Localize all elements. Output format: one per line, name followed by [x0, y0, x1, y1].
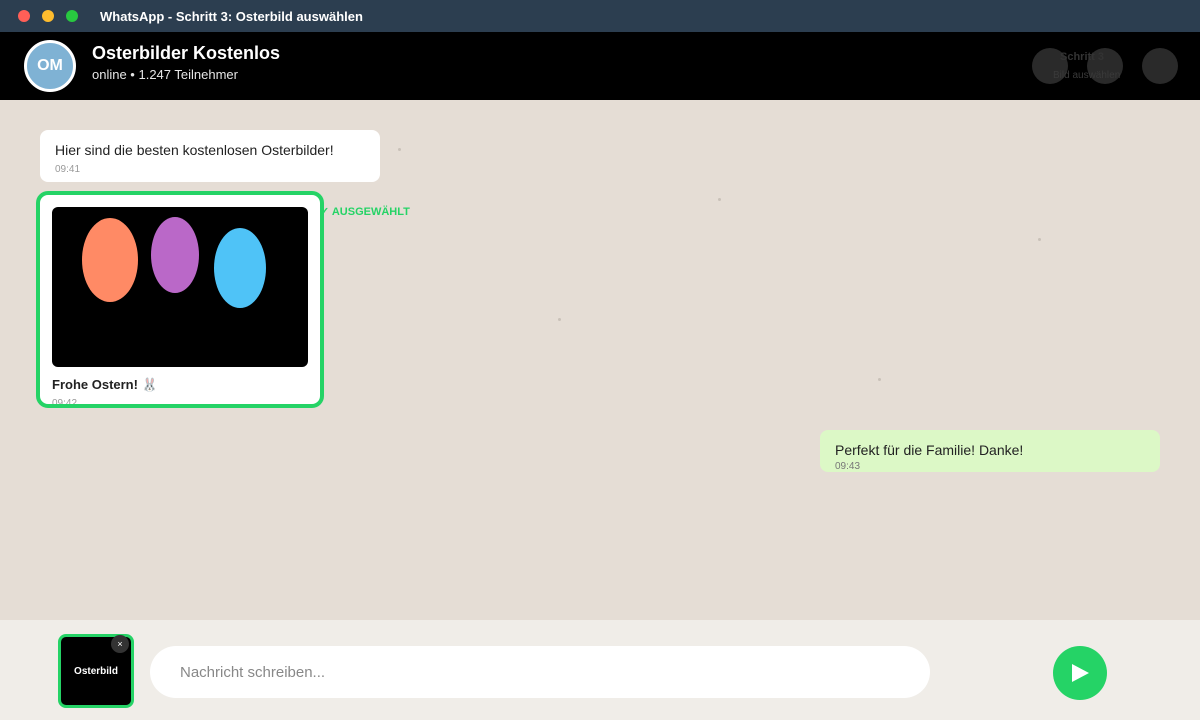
message-time: 09:41: [55, 164, 81, 175]
step-subtitle: Bild auswählen: [1053, 70, 1121, 81]
easter-egg-orange: [82, 218, 138, 302]
step-title: Schritt 3: [1060, 51, 1105, 63]
background-dot: [718, 198, 721, 201]
send-icon: [1072, 664, 1089, 682]
message-input[interactable]: [150, 646, 930, 698]
message-time: 09:42: [52, 398, 78, 408]
incoming-message: Hier sind die besten kostenlosen Osterbi…: [40, 130, 380, 182]
background-dot: [1038, 238, 1041, 241]
group-avatar[interactable]: OM: [24, 40, 76, 92]
background-dot: [558, 318, 561, 321]
message-time: 09:43: [835, 461, 861, 472]
header-menu-button[interactable]: [1142, 48, 1178, 84]
minimize-window-button[interactable]: [42, 10, 54, 22]
selected-badge: ✓ AUSGEWÄHLT: [320, 206, 410, 218]
background-dot: [398, 148, 401, 151]
chat-header: OM Osterbilder Kostenlos online • 1.247 …: [0, 32, 1200, 100]
window-title: WhatsApp - Schritt 3: Osterbild auswähle…: [100, 9, 363, 24]
remove-attachment-button[interactable]: ×: [111, 635, 129, 653]
close-window-button[interactable]: [18, 10, 30, 22]
easter-egg-purple: [151, 217, 199, 293]
outgoing-message: Perfekt für die Familie! Danke! 09:43: [820, 430, 1160, 472]
composer-bar: Osterbild ×: [0, 620, 1200, 720]
message-text: Hier sind die besten kostenlosen Osterbi…: [55, 142, 334, 158]
image-caption: Frohe Ostern! 🐰: [52, 377, 158, 392]
easter-image[interactable]: [52, 207, 308, 367]
group-status: online • 1.247 Teilnehmer: [92, 67, 238, 82]
group-name[interactable]: Osterbilder Kostenlos: [92, 43, 280, 64]
background-dot: [878, 378, 881, 381]
image-message-selected[interactable]: Frohe Ostern! 🐰 09:42: [36, 191, 324, 408]
maximize-window-button[interactable]: [66, 10, 78, 22]
send-button[interactable]: [1053, 646, 1107, 700]
easter-egg-blue: [214, 228, 266, 308]
message-text: Perfekt für die Familie! Danke!: [835, 442, 1024, 458]
window-titlebar: WhatsApp - Schritt 3: Osterbild auswähle…: [0, 0, 1200, 32]
